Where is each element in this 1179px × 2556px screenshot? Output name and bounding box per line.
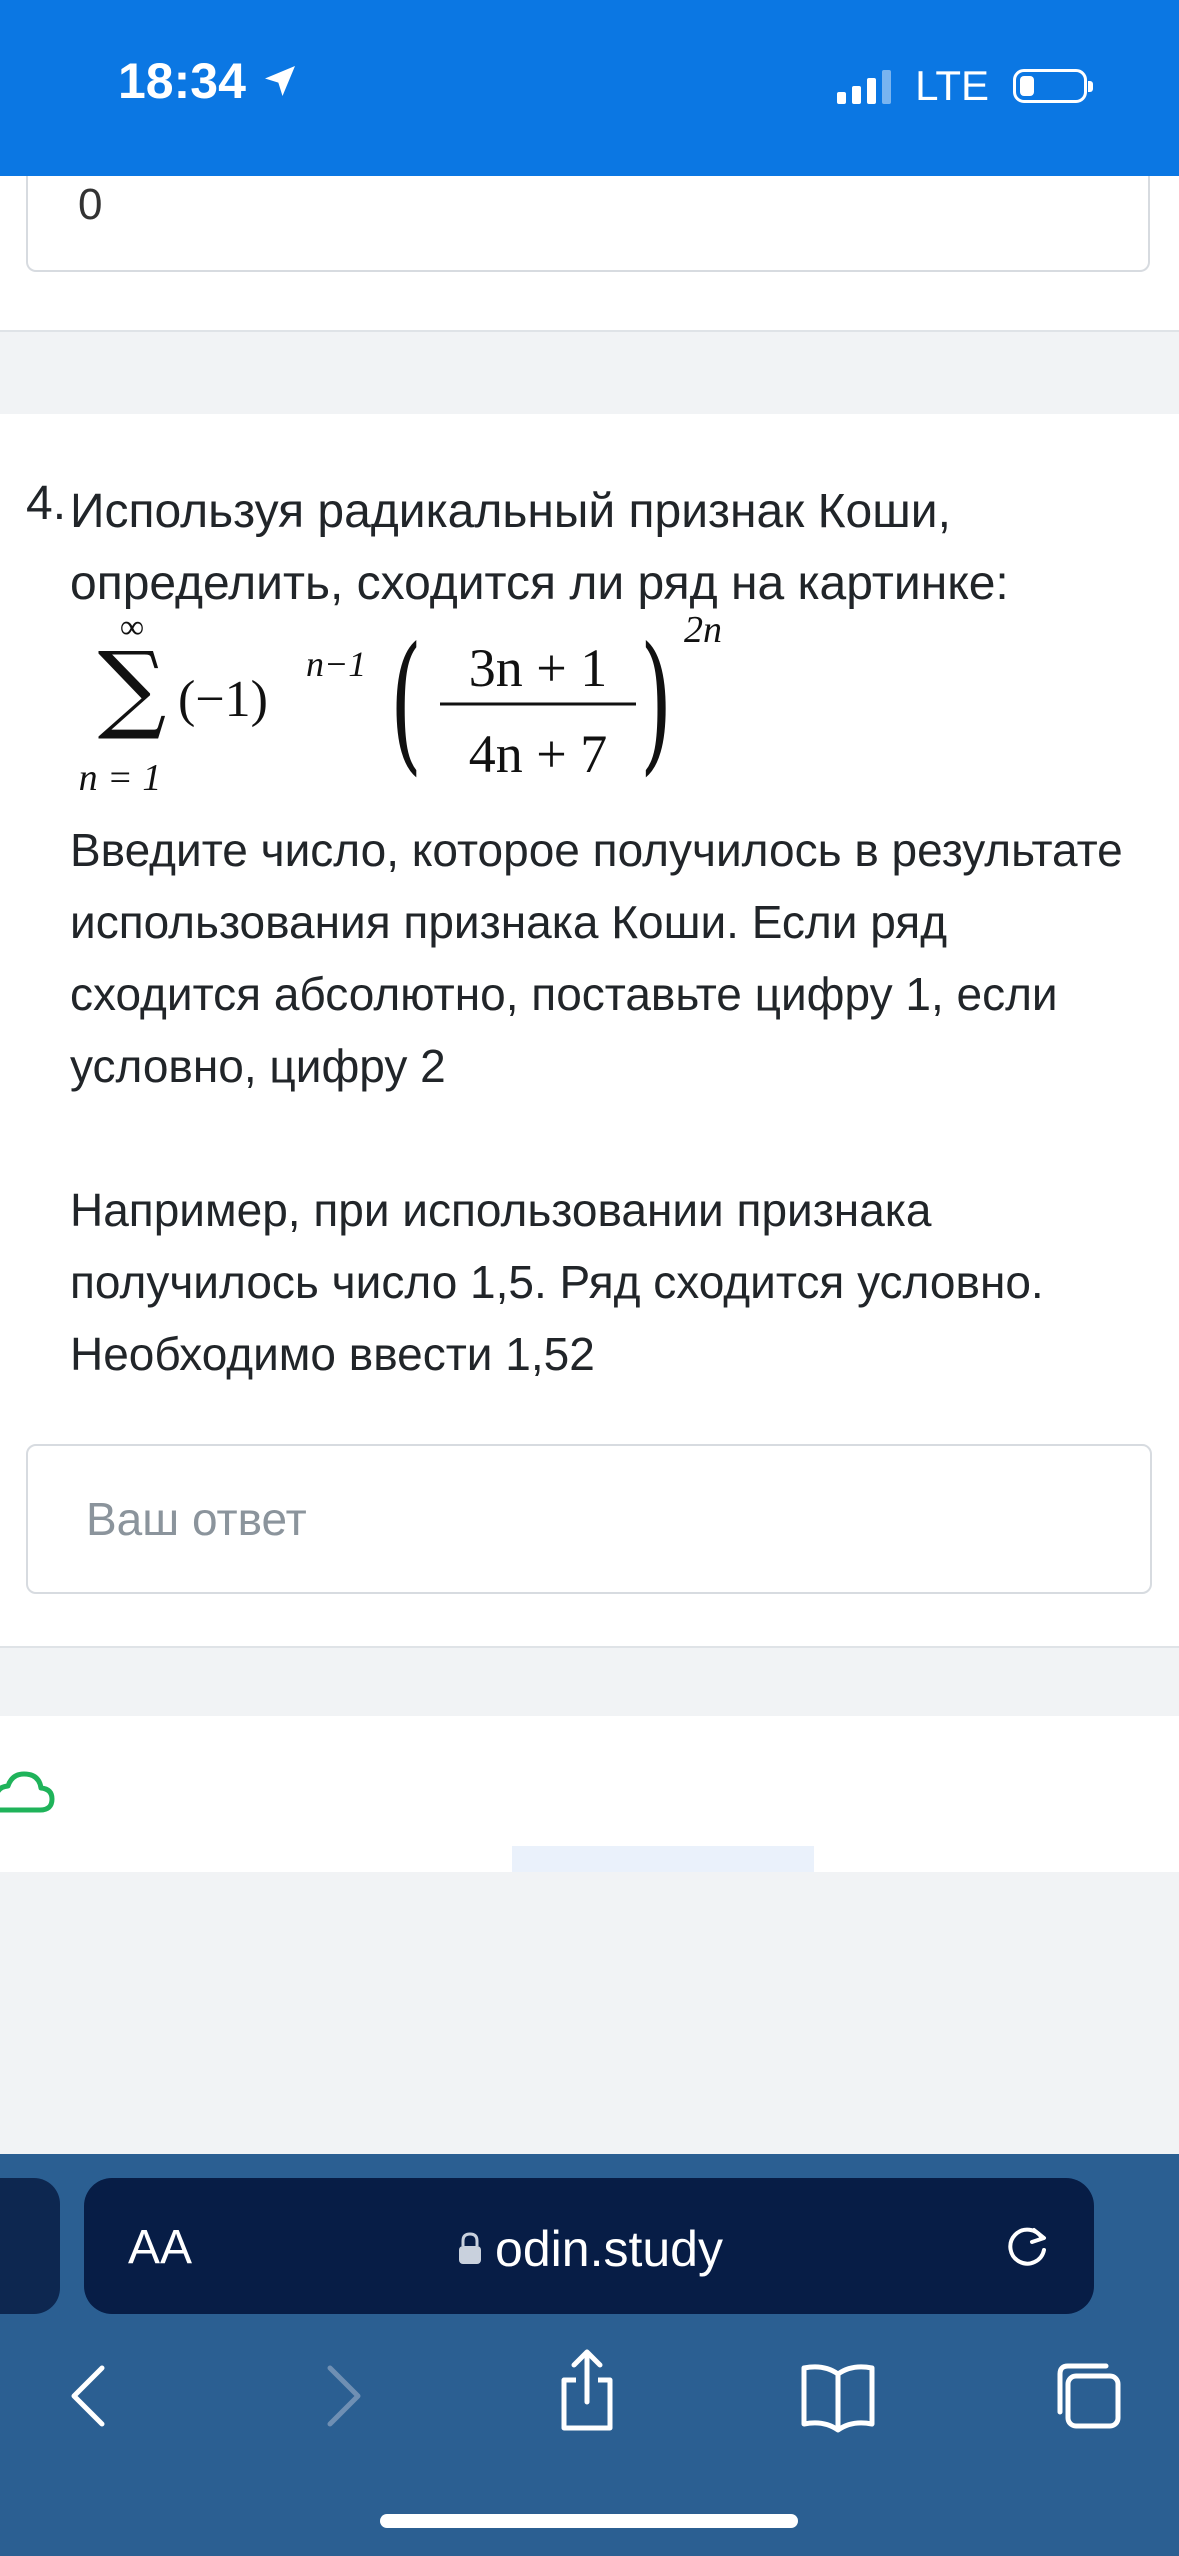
share-icon[interactable] [552, 2346, 622, 2436]
fraction-numerator: 3n + 1 [469, 638, 607, 698]
cloud-icon [0, 1771, 55, 1813]
question-number: 4. [26, 477, 67, 530]
previous-tab-stub[interactable] [0, 2178, 60, 2314]
browser-nav-row [0, 2349, 1179, 2456]
question-instructions: Введите число, которое получилось в резу… [70, 824, 1123, 1092]
status-indicators: LTE [837, 62, 1093, 110]
status-time-group: 18:34 [118, 52, 300, 110]
address-bar[interactable]: AA odin.study [84, 2178, 1094, 2314]
status-time: 18:34 [118, 53, 246, 109]
url-display[interactable]: odin.study [84, 2220, 1094, 2278]
tabs-icon[interactable] [1048, 2356, 1128, 2436]
question-title: Используя радикальный признак Коши, опре… [70, 485, 1009, 610]
location-arrow-icon [264, 66, 295, 96]
home-indicator [380, 2514, 798, 2528]
formula-outer-exponent: 2n [684, 609, 722, 651]
network-type: LTE [915, 62, 989, 109]
question-card: 4. Используя радикальный признак Коши, о… [0, 414, 1179, 1648]
previous-answer-value: 0 [78, 180, 103, 229]
sum-lower-limit: n = 1 [79, 757, 162, 799]
formula-base: (−1) [178, 671, 268, 728]
forward-icon[interactable] [312, 2356, 372, 2436]
fraction-denominator: 4n + 7 [469, 724, 607, 784]
answer-input[interactable] [26, 1444, 1152, 1594]
question-example: Например, при использовании признака пол… [70, 1184, 1044, 1380]
lock-icon [459, 2232, 482, 2264]
browser-toolbar: AA odin.study [0, 2154, 1179, 2556]
formula-base-exponent: n−1 [306, 644, 366, 684]
series-formula: ∞ ∑ n = 1 (−1) n−1 ( 3n + 1 4n + 7 ) 2n [79, 609, 722, 799]
right-paren-icon: ) [640, 615, 672, 790]
left-paren-icon: ( [390, 615, 422, 790]
back-icon[interactable] [60, 2356, 120, 2436]
signal-strength-icon [837, 68, 892, 104]
status-bar: 18:34 LTE [0, 0, 1179, 176]
bookmarks-icon[interactable] [798, 2356, 878, 2436]
battery-icon [1013, 69, 1093, 103]
reload-icon[interactable] [1000, 2218, 1056, 2274]
previous-answer-field[interactable]: 0 [26, 176, 1150, 272]
sum-symbol-icon: ∑ [98, 631, 167, 743]
url-text: odin.study [495, 2221, 723, 2277]
previous-question-card: 0 [0, 176, 1179, 332]
footer-tab [512, 1846, 814, 1872]
footer-card [0, 1716, 1179, 1872]
